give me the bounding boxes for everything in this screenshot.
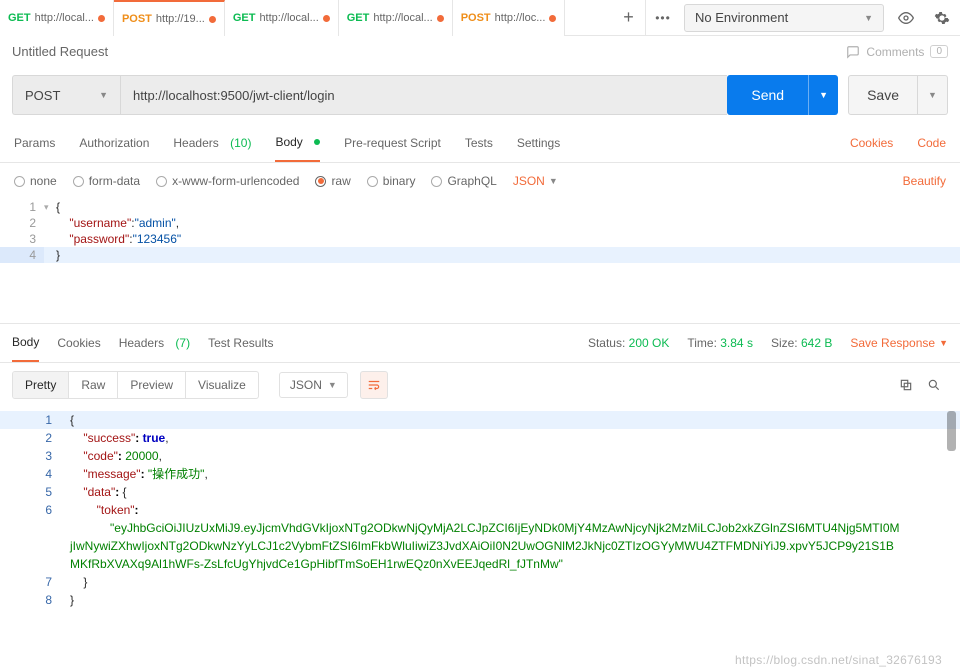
request-title: Untitled Request xyxy=(12,44,108,59)
chevron-down-icon: ▼ xyxy=(864,13,873,23)
code-line[interactable]: 2 "username":"admin", xyxy=(0,215,960,231)
request-title-row: Untitled Request Comments 0 xyxy=(0,36,960,67)
tab-prerequest[interactable]: Pre-request Script xyxy=(344,124,441,162)
request-tab[interactable]: GEThttp://local... xyxy=(339,0,453,36)
request-body-editor[interactable]: 1▾{2 "username":"admin",3 "password":"12… xyxy=(0,199,960,263)
body-formdata-radio[interactable]: form-data xyxy=(73,174,140,188)
wrap-lines-icon[interactable] xyxy=(360,371,388,399)
gear-icon[interactable] xyxy=(928,4,956,32)
request-tab[interactable]: POSThttp://19... xyxy=(114,0,225,36)
save-response-button[interactable]: Save Response▼ xyxy=(850,336,948,350)
response-tab-cookies[interactable]: Cookies xyxy=(57,324,100,362)
tab-settings[interactable]: Settings xyxy=(517,124,560,162)
status-label: Status: 200 OK xyxy=(588,336,669,350)
request-section-tabs: Params Authorization Headers (10) Body P… xyxy=(0,123,960,163)
view-raw[interactable]: Raw xyxy=(69,372,118,398)
request-tab[interactable]: GEThttp://local... xyxy=(225,0,339,36)
response-line[interactable]: 5 "data": { xyxy=(0,483,960,501)
save-button[interactable]: Save xyxy=(848,75,918,115)
body-graphql-radio[interactable]: GraphQL xyxy=(431,174,496,188)
body-none-radio[interactable]: none xyxy=(14,174,57,188)
method-select[interactable]: POST ▼ xyxy=(12,75,120,115)
tab-params[interactable]: Params xyxy=(14,124,55,162)
watermark: https://blog.csdn.net/sinat_32676193 xyxy=(735,653,942,667)
code-line[interactable]: 1▾{ xyxy=(0,199,960,215)
response-format-select[interactable]: JSON▼ xyxy=(279,372,348,398)
view-pretty[interactable]: Pretty xyxy=(13,372,69,398)
response-tab-testresults[interactable]: Test Results xyxy=(208,324,273,362)
tab-body[interactable]: Body xyxy=(275,124,320,162)
url-bar: POST ▼ Send ▼ Save ▼ xyxy=(0,67,960,123)
response-tab-body[interactable]: Body xyxy=(12,324,39,362)
response-line[interactable]: 3 "code": 20000, xyxy=(0,447,960,465)
comment-icon xyxy=(846,45,860,59)
size-label: Size: 642 B xyxy=(771,336,832,350)
response-line[interactable]: 1{ xyxy=(0,411,960,429)
environment-select[interactable]: No Environment ▼ xyxy=(684,4,884,32)
body-xform-radio[interactable]: x-www-form-urlencoded xyxy=(156,174,299,188)
send-dropdown[interactable]: ▼ xyxy=(808,75,838,115)
response-line[interactable]: 8} xyxy=(0,591,960,609)
url-input[interactable] xyxy=(120,75,727,115)
request-tab[interactable]: POSThttp://loc... xyxy=(453,0,566,36)
tab-tests[interactable]: Tests xyxy=(465,124,493,162)
code-line[interactable]: 3 "password":"123456" xyxy=(0,231,960,247)
response-line[interactable]: 6 "token": "eyJhbGciOiJIUzUxMiJ9.eyJjcmV… xyxy=(0,501,960,573)
body-raw-radio[interactable]: raw xyxy=(315,174,350,188)
new-tab-button[interactable]: + xyxy=(612,0,646,35)
view-preview[interactable]: Preview xyxy=(118,372,186,398)
response-body-editor[interactable]: 1{2 "success": true,3 "code": 20000,4 "m… xyxy=(0,407,960,613)
tab-headers[interactable]: Headers (10) xyxy=(173,124,251,162)
request-tab[interactable]: GEThttp://local... xyxy=(0,0,114,36)
view-visualize[interactable]: Visualize xyxy=(186,372,258,398)
response-tab-headers[interactable]: Headers (7) xyxy=(119,324,190,362)
response-view-controls: Pretty Raw Preview Visualize JSON▼ xyxy=(0,363,960,407)
cookies-link[interactable]: Cookies xyxy=(850,136,893,150)
response-line[interactable]: 2 "success": true, xyxy=(0,429,960,447)
code-link[interactable]: Code xyxy=(917,136,946,150)
tab-overflow-button[interactable]: ••• xyxy=(646,0,680,35)
request-tabs: GEThttp://local...POSThttp://19...GEThtt… xyxy=(0,0,612,35)
comments-button[interactable]: Comments 0 xyxy=(846,45,948,59)
search-icon[interactable] xyxy=(920,371,948,399)
active-dot-icon xyxy=(314,139,320,145)
body-binary-radio[interactable]: binary xyxy=(367,174,416,188)
body-type-row: none form-data x-www-form-urlencoded raw… xyxy=(0,163,960,199)
content-type-select[interactable]: JSON▼ xyxy=(513,174,558,188)
save-dropdown[interactable]: ▼ xyxy=(918,75,948,115)
copy-icon[interactable] xyxy=(892,371,920,399)
response-line[interactable]: 7 } xyxy=(0,573,960,591)
response-line[interactable]: 4 "message": "操作成功", xyxy=(0,465,960,483)
response-tabs: Body Cookies Headers (7) Test Results St… xyxy=(0,323,960,363)
beautify-link[interactable]: Beautify xyxy=(903,174,946,188)
top-bar: GEThttp://local...POSThttp://19...GEThtt… xyxy=(0,0,960,36)
tab-authorization[interactable]: Authorization xyxy=(79,124,149,162)
eye-icon[interactable] xyxy=(892,4,920,32)
scrollbar-handle[interactable] xyxy=(947,411,956,451)
send-button[interactable]: Send xyxy=(727,75,808,115)
code-line[interactable]: 4} xyxy=(0,247,960,263)
time-label: Time: 3.84 s xyxy=(687,336,753,350)
environment-label: No Environment xyxy=(695,10,788,25)
chevron-down-icon: ▼ xyxy=(99,90,108,100)
